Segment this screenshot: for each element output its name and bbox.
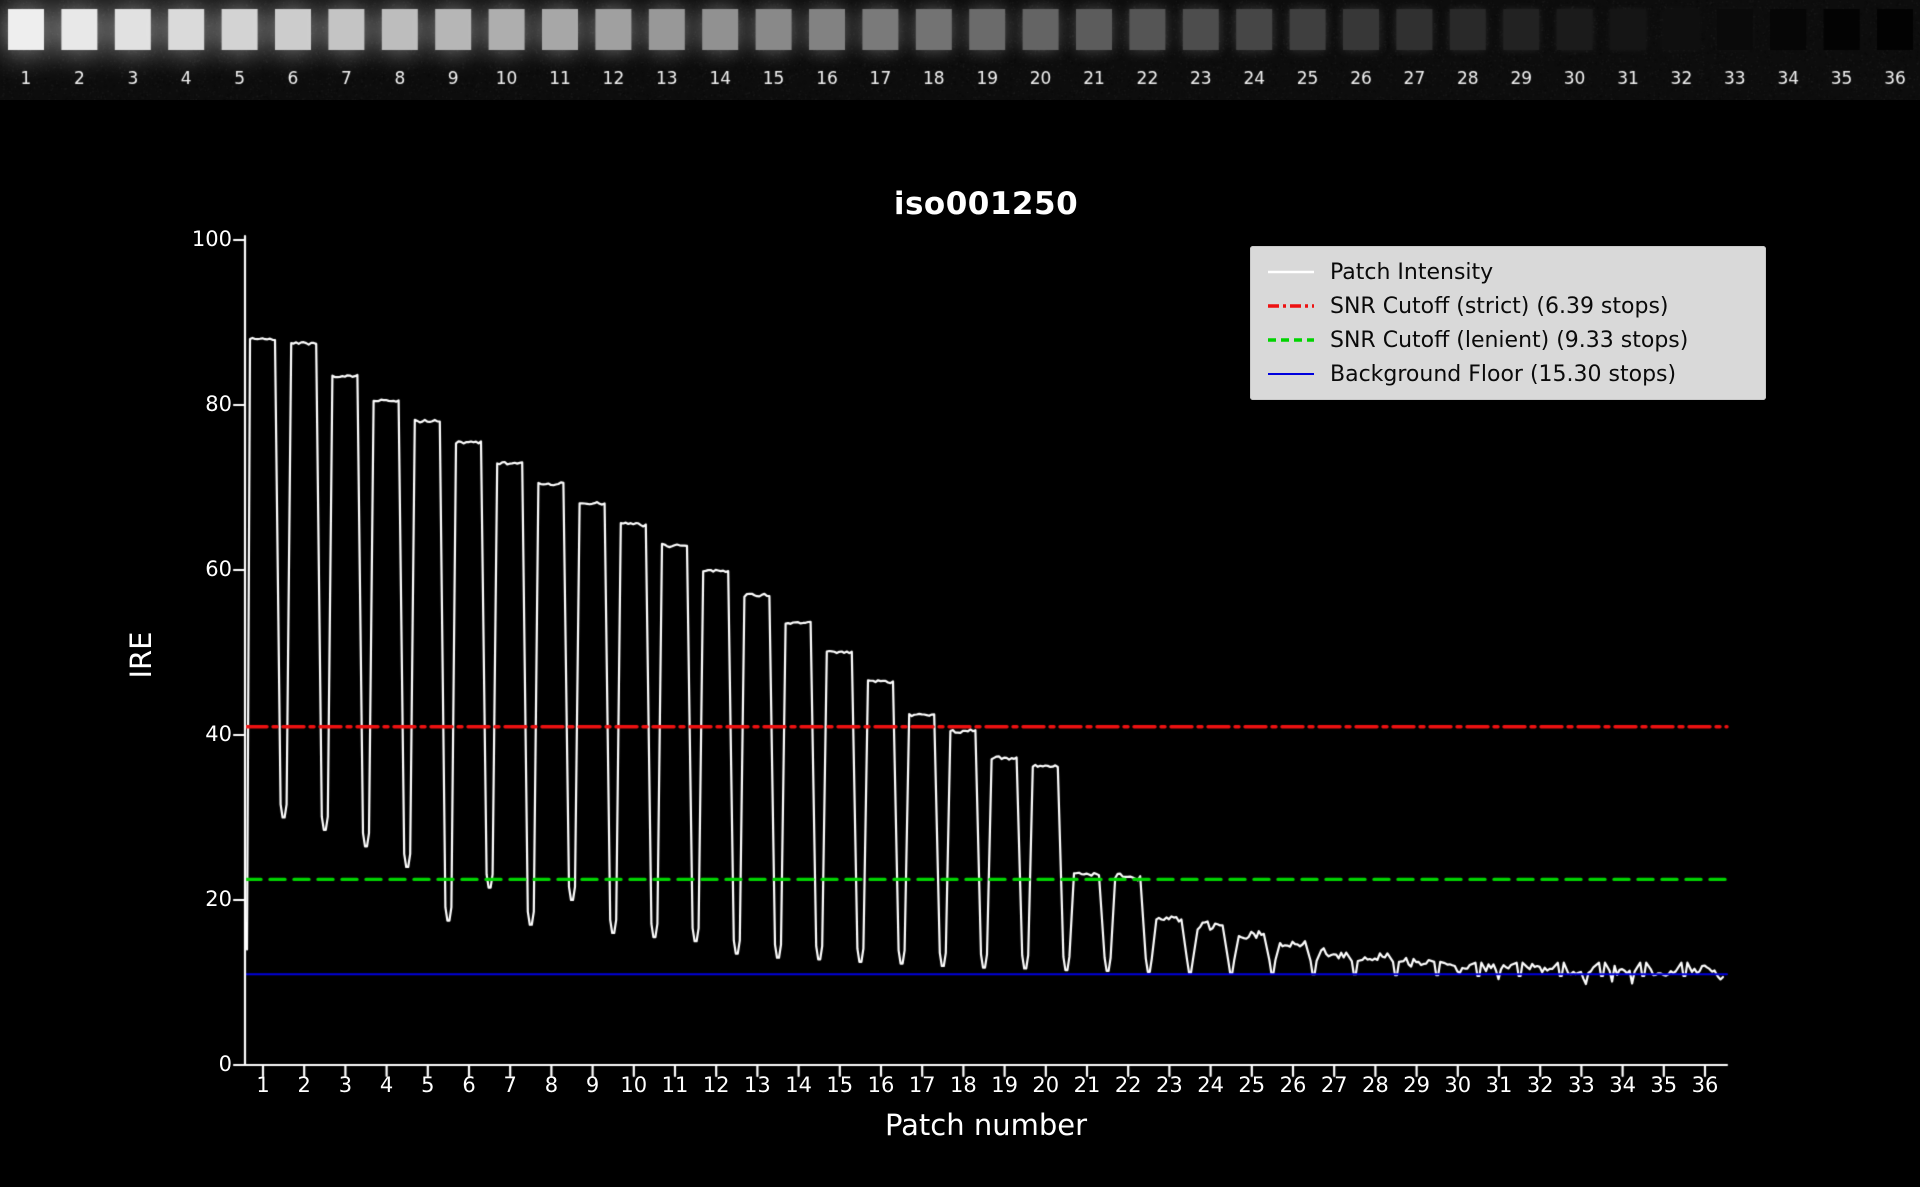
x-tick-label-14: 14 bbox=[785, 1073, 812, 1097]
x-tick-label-18: 18 bbox=[950, 1073, 977, 1097]
x-tick-label-8: 8 bbox=[544, 1073, 559, 1097]
chart-canvas bbox=[0, 0, 1920, 1187]
x-tick-label-24: 24 bbox=[1197, 1073, 1224, 1097]
x-tick-label-1: 1 bbox=[256, 1073, 270, 1097]
x-tick-label-9: 9 bbox=[585, 1073, 600, 1097]
x-tick-label-25: 25 bbox=[1238, 1073, 1266, 1097]
screenshot-root: iso001250 IRE Patch number 0 20 40 60 80 100 … bbox=[0, 0, 1920, 1187]
x-tick-label-2: 2 bbox=[297, 1073, 311, 1097]
x-tick-label-33: 33 bbox=[1568, 1073, 1595, 1097]
x-tick-label-34: 34 bbox=[1609, 1073, 1636, 1097]
x-tick-label-29: 29 bbox=[1403, 1073, 1430, 1097]
x-tick-label-4: 4 bbox=[379, 1073, 394, 1097]
legend-label: Background Floor (15.30 stops) bbox=[1330, 361, 1677, 387]
legend-item-snr-strict: SNR Cutoff (strict) (6.39 stops) bbox=[1250, 289, 1766, 323]
y-tick-label-20: 20 bbox=[205, 887, 232, 911]
x-tick-label-12: 12 bbox=[702, 1073, 730, 1097]
y-axis-label: IRE bbox=[124, 631, 158, 679]
legend-item-background-floor: Background Floor (15.30 stops) bbox=[1250, 357, 1766, 391]
x-tick-label-23: 23 bbox=[1156, 1073, 1183, 1097]
y-tick-label-80: 80 bbox=[205, 392, 232, 416]
y-tick-label-100: 100 bbox=[191, 227, 232, 251]
x-tick-label-19: 19 bbox=[991, 1073, 1018, 1097]
x-axis-label: Patch number bbox=[884, 1108, 1088, 1142]
y-tick-label-40: 40 bbox=[205, 722, 232, 746]
chart-title: iso001250 bbox=[893, 186, 1079, 222]
x-tick-label-3: 3 bbox=[338, 1073, 353, 1097]
x-tick-label-11: 11 bbox=[661, 1073, 689, 1097]
patch-intensity-line-icon bbox=[1268, 270, 1314, 274]
x-tick-label-28: 28 bbox=[1362, 1073, 1389, 1097]
snr-strict-line-icon bbox=[1268, 304, 1314, 308]
y-tick-label-0: 0 bbox=[218, 1052, 232, 1076]
x-tick-label-20: 20 bbox=[1032, 1073, 1060, 1097]
legend-item-patch-intensity: Patch Intensity bbox=[1250, 255, 1766, 289]
x-tick-label-17: 17 bbox=[908, 1073, 936, 1097]
legend: Patch Intensity SNR Cutoff (strict) (6.3… bbox=[1250, 246, 1766, 400]
x-tick-label-13: 13 bbox=[744, 1073, 771, 1097]
legend-label: Patch Intensity bbox=[1330, 259, 1494, 285]
y-tick-label-60: 60 bbox=[205, 557, 232, 581]
x-tick-label-26: 26 bbox=[1279, 1073, 1307, 1097]
x-tick-label-7: 7 bbox=[503, 1073, 517, 1097]
legend-label: SNR Cutoff (strict) (6.39 stops) bbox=[1330, 293, 1669, 319]
x-tick-label-31: 31 bbox=[1485, 1073, 1513, 1097]
snr-lenient-line-icon bbox=[1268, 338, 1314, 342]
legend-item-snr-lenient: SNR Cutoff (lenient) (9.33 stops) bbox=[1250, 323, 1766, 357]
x-tick-label-10: 10 bbox=[620, 1073, 648, 1097]
background-floor-line-icon bbox=[1268, 373, 1314, 375]
x-tick-label-32: 32 bbox=[1526, 1073, 1554, 1097]
legend-label: SNR Cutoff (lenient) (9.33 stops) bbox=[1330, 327, 1689, 353]
x-tick-label-21: 21 bbox=[1073, 1073, 1101, 1097]
x-tick-label-30: 30 bbox=[1444, 1073, 1472, 1097]
x-tick-label-15: 15 bbox=[826, 1073, 854, 1097]
x-tick-label-16: 16 bbox=[867, 1073, 895, 1097]
x-tick-label-6: 6 bbox=[462, 1073, 476, 1097]
x-tick-label-36: 36 bbox=[1691, 1073, 1719, 1097]
x-tick-label-5: 5 bbox=[421, 1073, 435, 1097]
x-tick-label-22: 22 bbox=[1114, 1073, 1142, 1097]
x-tick-label-35: 35 bbox=[1650, 1073, 1678, 1097]
x-tick-label-27: 27 bbox=[1320, 1073, 1348, 1097]
